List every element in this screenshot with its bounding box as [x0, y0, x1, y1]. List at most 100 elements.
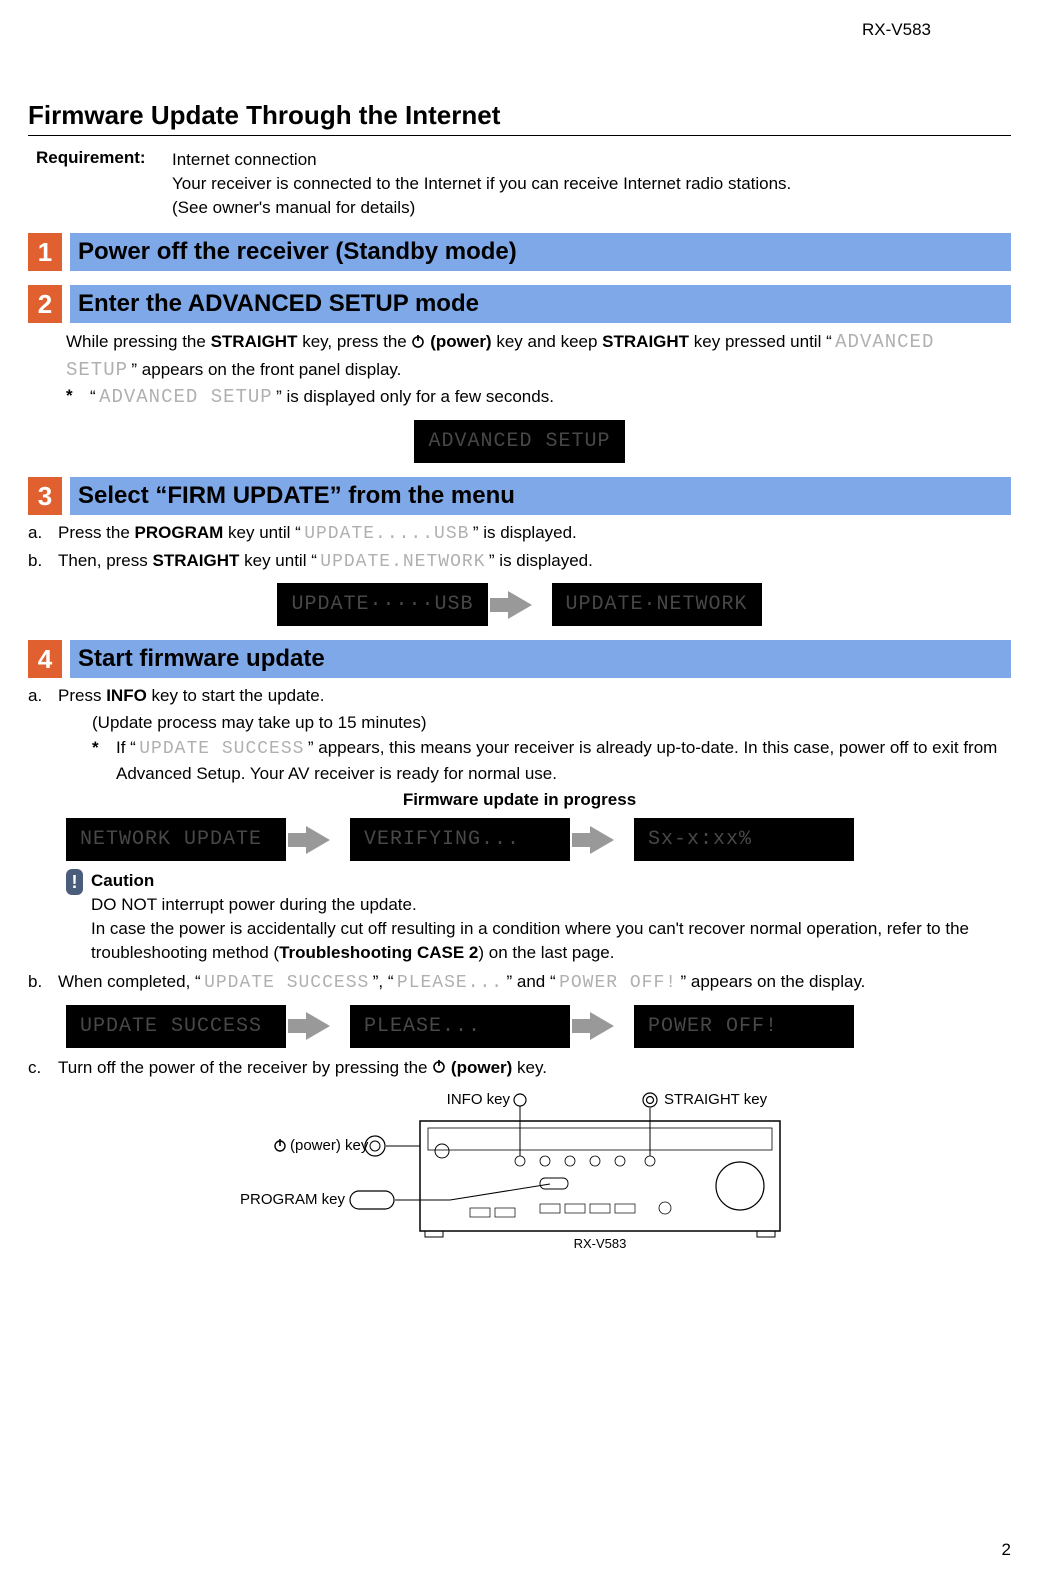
- power-label-2: (power): [446, 1058, 512, 1077]
- step4-display-row-2: UPDATE SUCCESS PLEASE... POWER OFF!: [66, 1005, 1011, 1048]
- straight-key-name-2: STRAIGHT: [602, 332, 689, 351]
- step2-text-f: ” appears on the front panel display.: [128, 360, 401, 379]
- step3-bar: 3 Select “FIRM UPDATE” from the menu: [28, 477, 1011, 515]
- display-progress-pct: Sx-x:xx%: [634, 818, 854, 861]
- caution-line2: In case the power is accidentally cut of…: [91, 917, 1011, 965]
- display-update-success: UPDATE SUCCESS: [66, 1005, 286, 1048]
- step2-text-a: While pressing the: [66, 332, 211, 351]
- step2-note-b: ” is displayed only for a few seconds.: [273, 387, 554, 406]
- step4-a: a. Press INFO key to start the update.: [28, 684, 1011, 709]
- arrow-icon: [590, 1012, 614, 1040]
- arrow-icon: [306, 826, 330, 854]
- update-success-seg: UPDATE SUCCESS: [139, 739, 304, 759]
- step4-bar: 4 Start firmware update: [28, 640, 1011, 678]
- step4-star-note: * If “ UPDATE SUCCESS ” appears, this me…: [92, 736, 1011, 787]
- step3-b-post: ” is displayed.: [486, 551, 593, 570]
- power-icon: [411, 331, 425, 356]
- display-power-off: POWER OFF!: [634, 1005, 854, 1048]
- step4-c: c. Turn off the power of the receiver by…: [28, 1056, 1011, 1081]
- step3-display-row: UPDATE·····USB UPDATE·NETWORK: [28, 583, 1011, 626]
- arrow-icon: [590, 826, 614, 854]
- requirement-label: Requirement:: [36, 148, 156, 219]
- step1-number: 1: [28, 233, 62, 271]
- step1-bar: 1 Power off the receiver (Standby mode): [28, 233, 1011, 271]
- step1-title: Power off the receiver (Standby mode): [70, 233, 1011, 271]
- display-advanced-setup: ADVANCED SETUP: [414, 420, 624, 463]
- step3-title: Select “FIRM UPDATE” from the menu: [70, 477, 1011, 515]
- caution-l2-b: Troubleshooting CASE 2: [279, 943, 478, 962]
- progress-label: Firmware update in progress: [28, 790, 1011, 810]
- seg-please: PLEASE...: [397, 973, 503, 993]
- step3-a-pre: Press the: [58, 523, 135, 542]
- step2-text-b: key, press the: [297, 332, 411, 351]
- update-usb-seg: UPDATE.....USB: [304, 524, 469, 544]
- power-icon: [432, 1056, 446, 1081]
- step4-c-post: key.: [512, 1058, 547, 1077]
- receiver-model-label: RX-V583: [573, 1236, 626, 1251]
- step2-display-row: ADVANCED SETUP: [28, 420, 1011, 463]
- step3-b-mid: key until “: [239, 551, 320, 570]
- caution-l2-c: ) on the last page.: [478, 943, 614, 962]
- step4-a-sub: (Update process may take up to 15 minute…: [92, 711, 1011, 736]
- step4-b-post: ” appears on the display.: [677, 972, 865, 991]
- step3-a: a. Press the PROGRAM key until “ UPDATE.…: [28, 521, 1011, 547]
- step2-bar: 2 Enter the ADVANCED SETUP mode: [28, 285, 1011, 323]
- caution-line1: DO NOT interrupt power during the update…: [91, 893, 1011, 917]
- marker-b: b.: [28, 549, 48, 575]
- step4-title: Start firmware update: [70, 640, 1011, 678]
- straight-key-name-3: STRAIGHT: [153, 551, 240, 570]
- marker-a-2: a.: [28, 684, 48, 709]
- receiver-diagram: INFO key STRAIGHT key (power) key PROGRA…: [210, 1086, 830, 1256]
- step2-number: 2: [28, 285, 62, 323]
- seg-success: UPDATE SUCCESS: [204, 973, 369, 993]
- step4-a-post: key to start the update.: [147, 686, 325, 705]
- requirement-line2: Your receiver is connected to the Intern…: [172, 172, 791, 196]
- display-update-network: UPDATE·NETWORK: [552, 583, 762, 626]
- step3-a-mid: key until “: [223, 523, 304, 542]
- display-please: PLEASE...: [350, 1005, 570, 1048]
- step3-number: 3: [28, 477, 62, 515]
- arrow-icon: [306, 1012, 330, 1040]
- power-icon: [275, 1139, 285, 1151]
- page-title: Firmware Update Through the Internet: [28, 100, 1011, 131]
- requirement-body: Internet connection Your receiver is con…: [172, 148, 791, 219]
- step4-number: 4: [28, 640, 62, 678]
- step2-note-a: “: [90, 387, 99, 406]
- step4-a-pre: Press: [58, 686, 106, 705]
- model-header: RX-V583: [28, 20, 1011, 40]
- straight-key-name: STRAIGHT: [211, 332, 298, 351]
- program-key-name: PROGRAM: [135, 523, 224, 542]
- caution-icon: !: [66, 869, 83, 895]
- arrow-icon: [508, 591, 532, 619]
- step4-b-mid1: ”, “: [369, 972, 397, 991]
- step3-b-pre: Then, press: [58, 551, 153, 570]
- step4-display-row-1: NETWORK UPDATE VERIFYING... Sx-x:xx%: [66, 818, 1011, 861]
- straight-key-label: STRAIGHT key: [664, 1091, 768, 1108]
- display-verifying: VERIFYING...: [350, 818, 570, 861]
- requirement-line1: Internet connection: [172, 148, 791, 172]
- marker-b-2: b.: [28, 970, 48, 996]
- caution-block: ! Caution DO NOT interrupt power during …: [66, 869, 1011, 964]
- step4-b-mid2: ” and “: [503, 972, 559, 991]
- step3-a-post: ” is displayed.: [469, 523, 576, 542]
- display-network-update: NETWORK UPDATE: [66, 818, 286, 861]
- note-star-2: *: [92, 736, 106, 787]
- marker-a: a.: [28, 521, 48, 547]
- program-key-label: PROGRAM key: [240, 1191, 346, 1208]
- info-key-name: INFO: [106, 686, 147, 705]
- page-number: 2: [1002, 1540, 1011, 1560]
- advanced-setup-seg-2: ADVANCED SETUP: [99, 386, 273, 408]
- info-key-label: INFO key: [446, 1091, 510, 1108]
- step2-text-d: key and keep: [492, 332, 603, 351]
- seg-poweroff: POWER OFF!: [559, 973, 677, 993]
- step4-star-pre: If “: [116, 738, 139, 757]
- requirement-line3: (See owner's manual for details): [172, 196, 791, 220]
- title-rule: [28, 135, 1011, 136]
- step4-b-pre: When completed, “: [58, 972, 204, 991]
- display-update-usb: UPDATE·····USB: [277, 583, 487, 626]
- step3-b: b. Then, press STRAIGHT key until “ UPDA…: [28, 549, 1011, 575]
- note-star: *: [66, 384, 80, 412]
- step4-c-pre: Turn off the power of the receiver by pr…: [58, 1058, 432, 1077]
- power-label: (power): [425, 332, 491, 351]
- step4-b: b. When completed, “ UPDATE SUCCESS ”, “…: [28, 970, 1011, 996]
